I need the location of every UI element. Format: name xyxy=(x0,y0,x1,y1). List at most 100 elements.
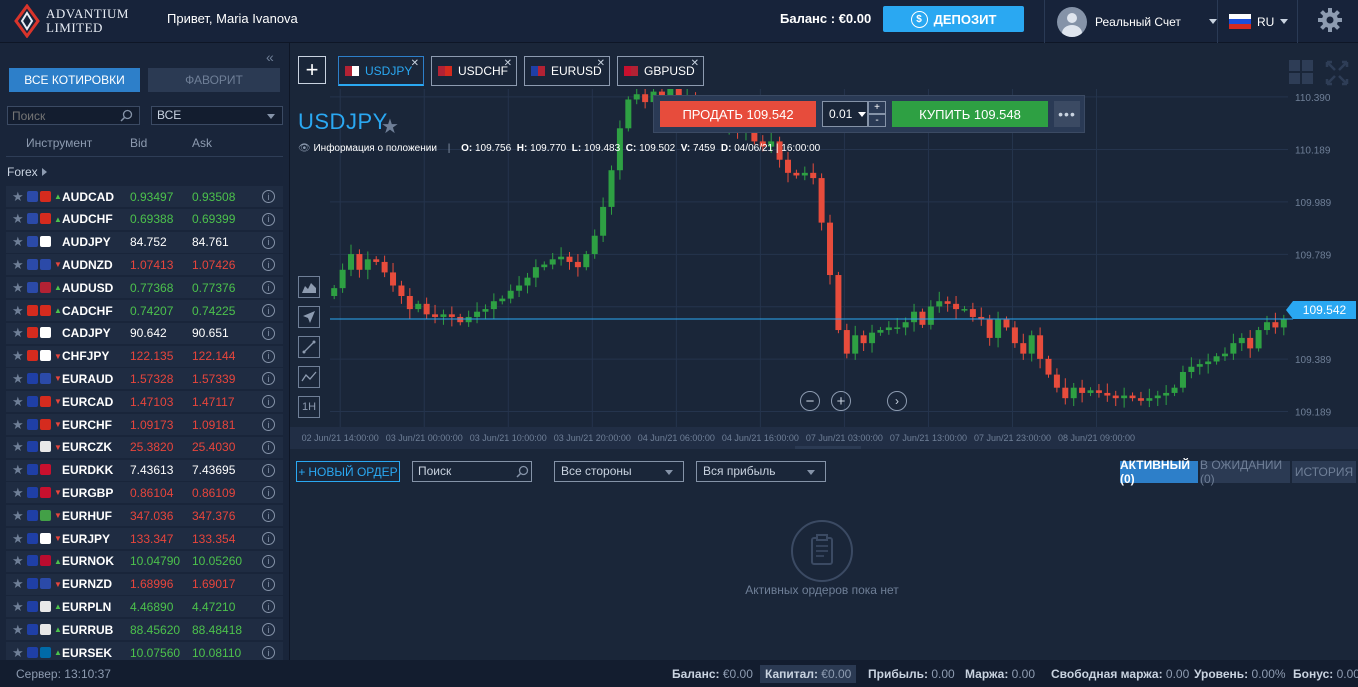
buy-button[interactable]: КУПИТЬ 109.548 xyxy=(892,101,1048,127)
sides-select[interactable]: Все стороны xyxy=(554,461,684,482)
favorite-star-icon[interactable]: ★ xyxy=(381,114,399,139)
info-icon[interactable]: i xyxy=(262,190,275,203)
close-icon[interactable]: ✕ xyxy=(411,58,419,69)
quote-row[interactable]: ★ ▲ AUDUSD 0.77368 0.77376 i xyxy=(6,277,283,299)
info-icon[interactable]: i xyxy=(262,440,275,454)
info-icon[interactable]: i xyxy=(262,281,275,295)
tab-favorites[interactable]: ФАВОРИТ xyxy=(148,68,280,92)
favorite-star-icon[interactable]: ★ xyxy=(12,576,26,592)
quote-row[interactable]: ★ ▼ EURHUF 347.036 347.376 i xyxy=(6,505,283,527)
info-icon[interactable]: i xyxy=(262,486,275,500)
quote-row[interactable]: ★ ▼ EURCZK 25.3820 25.4030 i xyxy=(6,436,283,458)
quote-row[interactable]: ★ ▼ EURCAD 1.47103 1.47117 i xyxy=(6,391,283,413)
favorite-star-icon[interactable]: ★ xyxy=(12,508,26,524)
favorite-star-icon[interactable]: ★ xyxy=(12,462,26,478)
deposit-button[interactable]: $ ДЕПОЗИТ xyxy=(883,6,1024,32)
tab-all-quotes[interactable]: ВСЕ КОТИРОВКИ xyxy=(9,68,140,92)
scroll-right-button[interactable]: › xyxy=(887,391,907,411)
profit-select[interactable]: Вся прибыль xyxy=(696,461,826,482)
info-icon[interactable]: i xyxy=(262,372,275,386)
favorite-star-icon[interactable]: ★ xyxy=(12,280,26,296)
zoom-in-button[interactable]: + xyxy=(831,391,851,411)
favorite-star-icon[interactable]: ★ xyxy=(12,211,26,227)
collapse-sidebar-icon[interactable]: « xyxy=(266,49,274,65)
favorite-star-icon[interactable]: ★ xyxy=(12,257,26,273)
favorite-star-icon[interactable]: ★ xyxy=(12,622,26,638)
favorite-star-icon[interactable]: ★ xyxy=(12,553,26,569)
favorite-star-icon[interactable]: ★ xyxy=(12,645,26,661)
increase-quantity-button[interactable]: + xyxy=(868,101,886,114)
quote-row[interactable]: ★ ▼ EURAUD 1.57328 1.57339 i xyxy=(6,368,283,390)
quote-row[interactable]: ★ ▼ EURNZD 1.68996 1.69017 i xyxy=(6,573,283,595)
tab-active-orders[interactable]: АКТИВНЫЙ (0) xyxy=(1120,458,1198,486)
info-icon[interactable]: i xyxy=(262,304,275,317)
info-icon[interactable]: i xyxy=(262,463,275,477)
favorite-star-icon[interactable]: ★ xyxy=(12,394,26,410)
sell-button[interactable]: ПРОДАТЬ 109.542 xyxy=(660,101,816,127)
favorite-star-icon[interactable]: ★ xyxy=(12,599,26,615)
search-icon[interactable] xyxy=(120,109,133,122)
quote-row[interactable]: ★ ▲ EURSEK 10.07560 10.08110 i xyxy=(6,642,283,660)
tab-order-history[interactable]: ИСТОРИЯ xyxy=(1292,461,1356,483)
language-selector[interactable]: RU xyxy=(1219,0,1298,43)
favorite-star-icon[interactable]: ★ xyxy=(12,531,26,547)
favorite-star-icon[interactable]: ★ xyxy=(12,234,26,250)
group-forex[interactable]: Forex xyxy=(7,165,47,179)
orders-search-input[interactable]: Поиск xyxy=(412,461,532,482)
info-icon[interactable]: i xyxy=(262,509,275,523)
quantity-select[interactable]: 0.01 xyxy=(822,101,868,127)
tab-usdjpy[interactable]: USDJPY ✕ xyxy=(338,56,424,86)
favorite-star-icon[interactable]: ★ xyxy=(12,371,26,387)
position-info-label[interactable]: Информация о положении xyxy=(313,143,436,154)
favorite-star-icon[interactable]: ★ xyxy=(12,325,26,341)
layout-icons[interactable] xyxy=(1289,60,1349,86)
quote-row[interactable]: ★ ▲ EURPLN 4.46890 4.47210 i xyxy=(6,596,283,618)
favorite-star-icon[interactable]: ★ xyxy=(12,348,26,364)
decrease-quantity-button[interactable]: - xyxy=(868,114,886,127)
tab-eurusd[interactable]: EURUSD ✕ xyxy=(524,56,610,86)
indicator-tool-icon[interactable] xyxy=(298,366,320,388)
tab-usdchf[interactable]: USDCHF ✕ xyxy=(431,56,517,86)
zoom-out-button[interactable]: − xyxy=(800,391,820,411)
info-icon[interactable]: i xyxy=(262,554,275,568)
favorite-star-icon[interactable]: ★ xyxy=(12,439,26,455)
instrument-filter-select[interactable]: ВСЕ xyxy=(151,106,283,125)
eye-icon[interactable]: 👁 xyxy=(298,143,311,154)
info-icon[interactable]: i xyxy=(262,349,275,363)
quote-row[interactable]: ★ ▲ EURNOK 10.04790 10.05260 i xyxy=(6,550,283,572)
area-chart-tool-icon[interactable] xyxy=(298,276,320,298)
add-tab-button[interactable]: + xyxy=(298,56,326,84)
info-icon[interactable]: i xyxy=(262,235,275,249)
info-icon[interactable]: i xyxy=(262,395,275,409)
brand-logo[interactable]: ADVANTIUM LIMITED xyxy=(14,4,129,38)
favorite-star-icon[interactable]: ★ xyxy=(12,485,26,501)
tab-pending-orders[interactable]: В ОЖИДАНИИ (0) xyxy=(1200,458,1290,486)
info-icon[interactable]: i xyxy=(262,212,275,226)
quote-row[interactable]: ★ ▼ EURCHF 1.09173 1.09181 i xyxy=(6,414,283,435)
close-icon[interactable]: ✕ xyxy=(504,58,512,69)
close-icon[interactable]: ✕ xyxy=(597,58,605,69)
quote-row[interactable]: ★ AUDJPY 84.752 84.761 i xyxy=(6,231,283,253)
quote-row[interactable]: ★ ▲ EURRUB 88.45620 88.48418 i xyxy=(6,619,283,641)
quote-row[interactable]: ★ ▼ EURJPY 133.347 133.354 i xyxy=(6,528,283,549)
quote-row[interactable]: ★ ▼ AUDNZD 1.07413 1.07426 i xyxy=(6,254,283,276)
new-order-button[interactable]: + НОВЫЙ ОРДЕР xyxy=(296,461,400,482)
quote-row[interactable]: ★ ▲ CADCHF 0.74207 0.74225 i xyxy=(6,300,283,321)
favorite-star-icon[interactable]: ★ xyxy=(12,303,26,319)
timeframe-button[interactable]: 1H xyxy=(298,396,320,418)
info-icon[interactable]: i xyxy=(262,532,275,545)
tab-gbpusd[interactable]: GBPUSD ✕ xyxy=(617,56,704,86)
info-icon[interactable]: i xyxy=(262,258,275,272)
quote-row[interactable]: ★ ▼ EURGBP 0.86104 0.86109 i xyxy=(6,482,283,504)
cursor-tool-icon[interactable] xyxy=(298,306,320,328)
more-options-button[interactable]: ••• xyxy=(1054,101,1080,127)
quote-row[interactable]: ★ ▲ AUDCAD 0.93497 0.93508 i xyxy=(6,186,283,207)
quote-row[interactable]: ★ ▲ AUDCHF 0.69388 0.69399 i xyxy=(6,208,283,230)
info-icon[interactable]: i xyxy=(262,600,275,614)
info-icon[interactable]: i xyxy=(262,646,275,659)
info-icon[interactable]: i xyxy=(262,577,275,591)
quote-row[interactable]: ★ CADJPY 90.642 90.651 i xyxy=(6,322,283,344)
close-icon[interactable]: ✕ xyxy=(691,58,699,69)
info-icon[interactable]: i xyxy=(262,623,275,637)
gear-icon[interactable] xyxy=(1317,7,1343,33)
